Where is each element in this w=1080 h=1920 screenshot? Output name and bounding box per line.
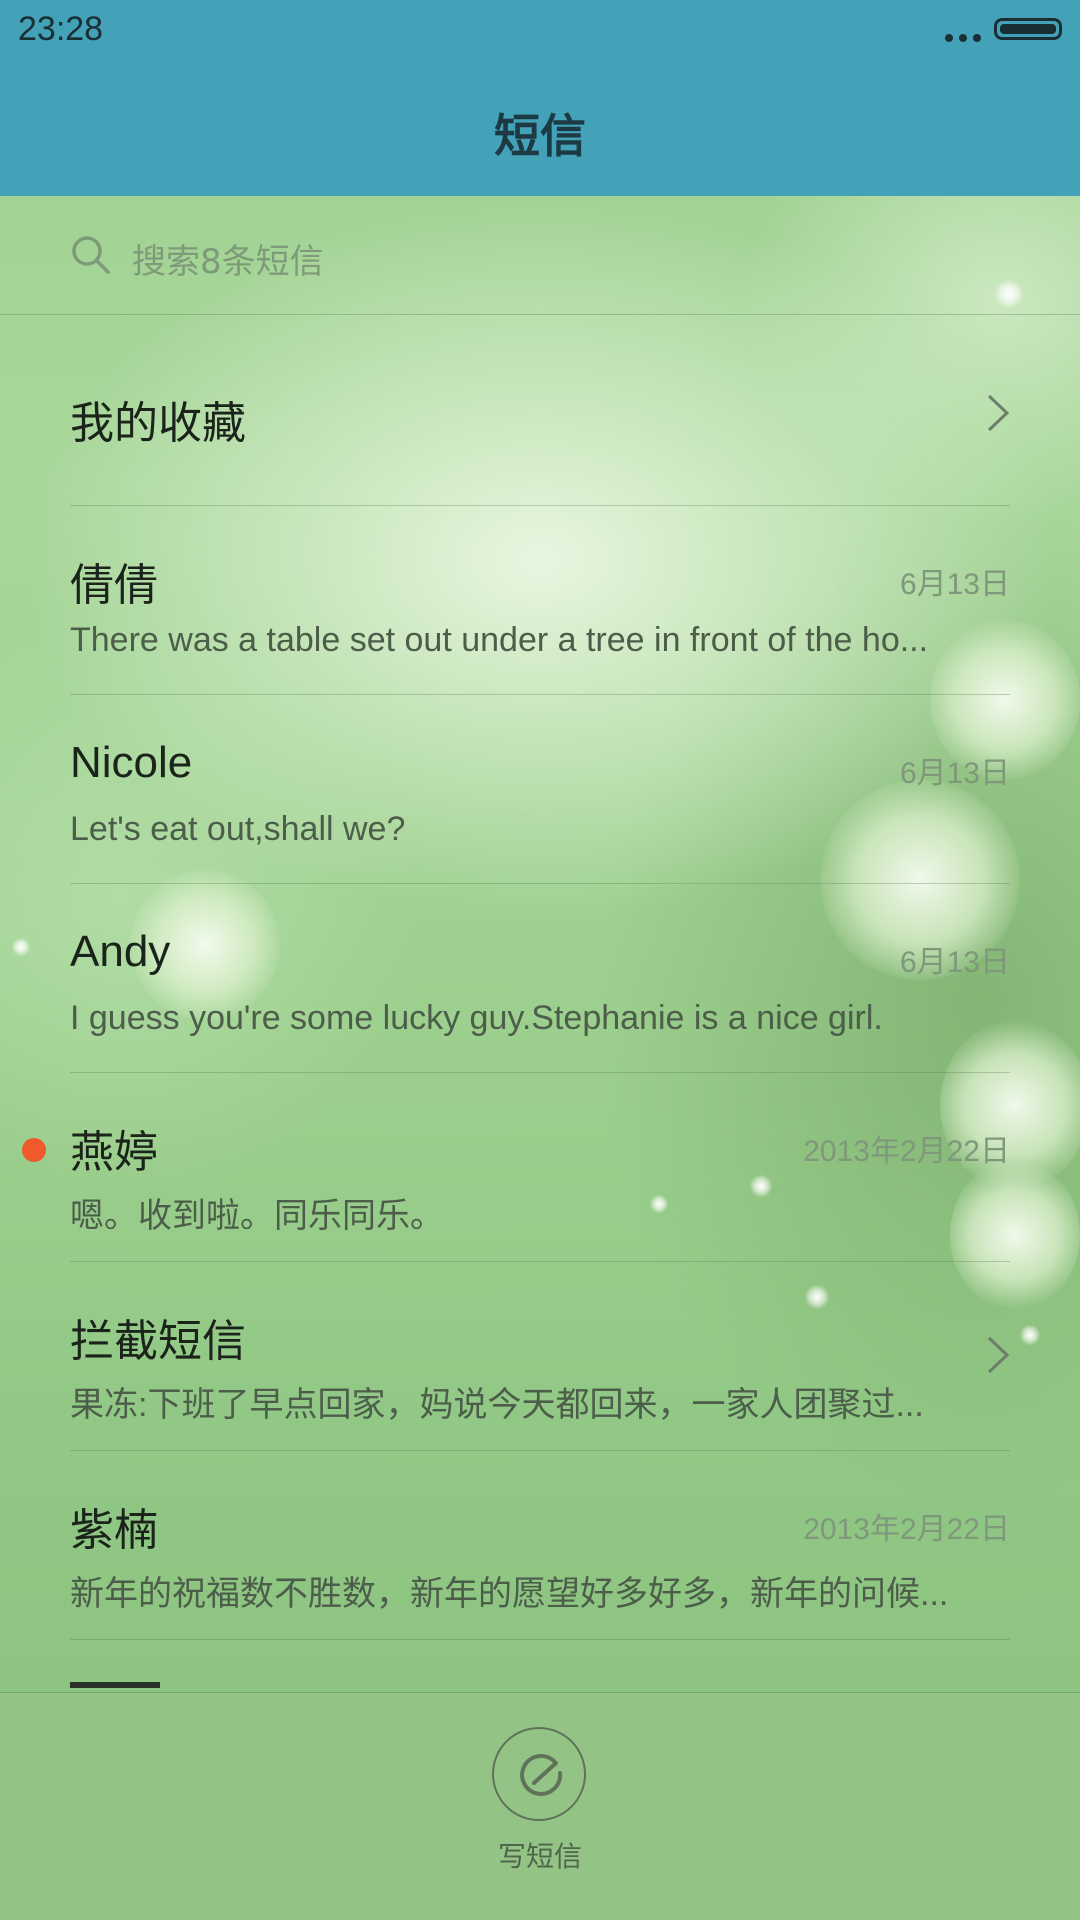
partial-list-item bbox=[70, 1668, 270, 1692]
chevron-right-icon bbox=[987, 1336, 1010, 1374]
message-preview: 新年的祝福数不胜数，新年的愿望好多好多，新年的问候... bbox=[70, 1575, 949, 1613]
conversation-row[interactable]: Nicole 6月13日 Let's eat out,shall we? bbox=[70, 694, 1010, 884]
search-bar[interactable]: 搜索8条短信 bbox=[0, 196, 1080, 315]
compose-icon bbox=[520, 1753, 563, 1796]
sparkle-decoration bbox=[12, 938, 30, 956]
more-dots-icon bbox=[945, 34, 981, 42]
conversation-row[interactable]: 燕婷 2013年2月22日 嗯。收到啦。同乐同乐。 bbox=[22, 1072, 1010, 1262]
chevron-right-icon bbox=[987, 394, 1010, 432]
message-preview: 果冻:下班了早点回家，妈说今天都回来，一家人团聚过... bbox=[70, 1386, 924, 1424]
bottom-bar: 写短信 bbox=[0, 1692, 1080, 1920]
contact-name: Andy bbox=[70, 927, 171, 976]
conversation-row[interactable]: Andy 6月13日 I guess you're some lucky guy… bbox=[70, 883, 1010, 1073]
contact-name: 燕婷 bbox=[70, 1128, 158, 1177]
message-date: 6月13日 bbox=[899, 946, 1010, 979]
message-preview: 嗯。收到啦。同乐同乐。 bbox=[70, 1197, 444, 1235]
conversation-row[interactable]: 紫楠 2013年2月22日 新年的祝福数不胜数，新年的愿望好多好多，新年的问候.… bbox=[70, 1450, 1010, 1640]
page-title: 短信 bbox=[494, 109, 586, 163]
search-input[interactable]: 搜索8条短信 bbox=[132, 234, 324, 283]
status-time: 23:28 bbox=[18, 10, 104, 48]
unread-dot-icon bbox=[22, 1138, 46, 1162]
contact-name: 拦截短信 bbox=[70, 1317, 246, 1366]
battery-icon bbox=[994, 18, 1062, 40]
message-date: 6月13日 bbox=[899, 757, 1010, 790]
contact-name: Nicole bbox=[70, 738, 193, 787]
compose-label[interactable]: 写短信 bbox=[0, 1835, 1080, 1875]
message-date: 6月13日 bbox=[899, 568, 1010, 601]
sparkle-decoration bbox=[1020, 1325, 1040, 1345]
blocked-messages-row[interactable]: 拦截短信 果冻:下班了早点回家，妈说今天都回来，一家人团聚过... bbox=[70, 1261, 1010, 1451]
title-bar: 短信 bbox=[0, 60, 1080, 196]
conversation-row[interactable]: 倩倩 6月13日 There was a table set out under… bbox=[70, 505, 1010, 695]
sms-screen: 23:28 短信 搜索8条短信 我的收藏 倩倩 6月13日 There was … bbox=[0, 0, 1080, 1920]
message-date: 2013年2月22日 bbox=[803, 1135, 1010, 1168]
favorites-row[interactable]: 我的收藏 bbox=[70, 315, 1010, 506]
status-bar: 23:28 bbox=[0, 0, 1080, 60]
message-preview: Let's eat out,shall we? bbox=[70, 810, 406, 848]
favorites-label: 我的收藏 bbox=[70, 398, 246, 449]
message-preview: There was a table set out under a tree i… bbox=[70, 621, 929, 659]
contact-name: 紫楠 bbox=[70, 1506, 158, 1555]
contact-name: 倩倩 bbox=[70, 561, 158, 610]
message-preview: I guess you're some lucky guy.Stephanie … bbox=[70, 999, 883, 1037]
compose-button[interactable] bbox=[492, 1727, 586, 1821]
search-icon bbox=[72, 236, 110, 274]
message-date: 2013年2月22日 bbox=[803, 1513, 1010, 1546]
